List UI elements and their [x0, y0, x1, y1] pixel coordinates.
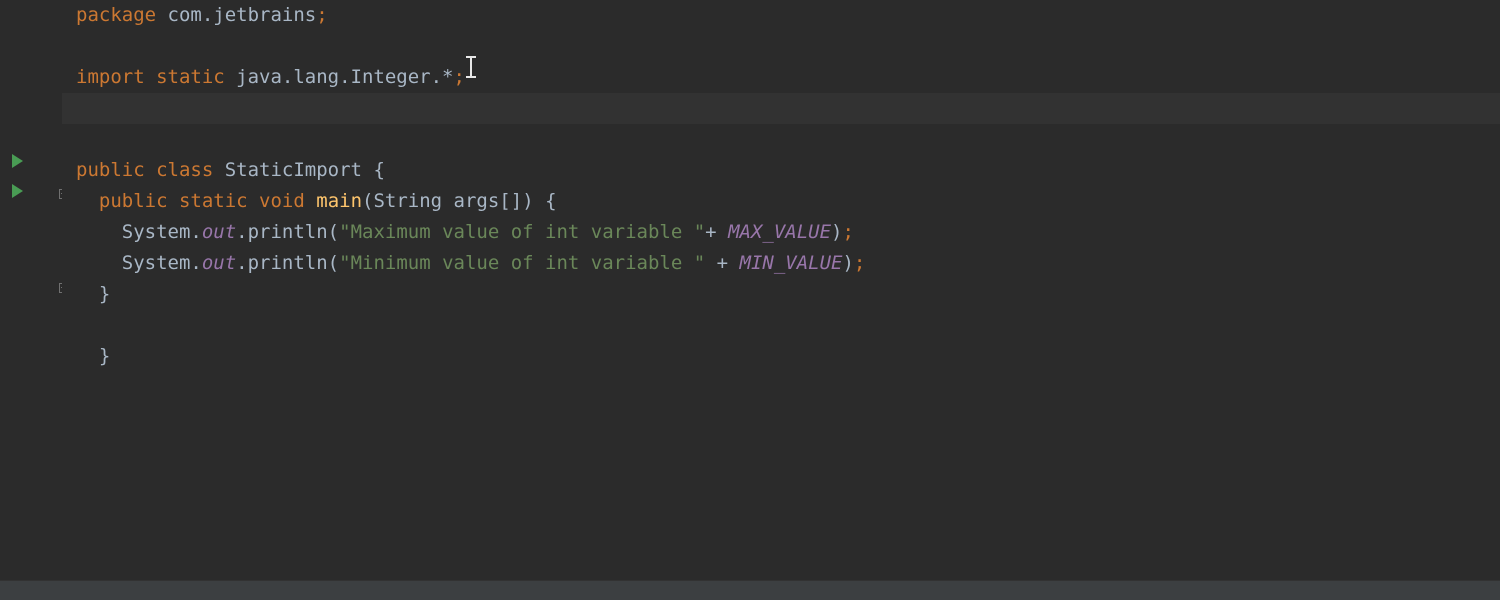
static-field: out: [202, 217, 236, 247]
brace: {: [362, 155, 385, 185]
semicolon: ;: [454, 62, 465, 92]
run-gutter-icon[interactable]: [12, 184, 23, 198]
constant: MAX_VALUE: [728, 217, 831, 247]
indent: [76, 279, 99, 309]
keyword: public static: [99, 186, 259, 216]
keyword: void: [259, 186, 316, 216]
keyword: package: [76, 0, 168, 30]
code-line[interactable]: public class StaticImport {: [76, 155, 1500, 186]
string-literal: "Maximum value of int variable ": [339, 217, 705, 247]
code-line[interactable]: [76, 124, 1500, 155]
semicolon: ;: [842, 217, 853, 247]
text-cursor-icon: [465, 56, 479, 78]
code-line[interactable]: System.out.println("Minimum value of int…: [76, 248, 1500, 279]
indent: [76, 186, 99, 216]
paren: (: [362, 186, 373, 216]
import-path: java.lang.Integer.*: [236, 62, 453, 92]
code-line[interactable]: [76, 310, 1500, 341]
play-icon: [12, 154, 23, 168]
operator: +: [705, 248, 739, 278]
code-line[interactable]: package com.jetbrains;: [76, 0, 1500, 31]
paren: ): [522, 186, 533, 216]
param-name: args[]: [442, 186, 522, 216]
indent: [76, 341, 99, 371]
paren: ): [842, 248, 853, 278]
code-line[interactable]: [76, 31, 1500, 62]
brace: }: [99, 341, 110, 371]
package-name: com.jetbrains: [168, 0, 317, 30]
keyword: import static: [76, 62, 236, 92]
brace: }: [99, 279, 110, 309]
paren: ): [831, 217, 842, 247]
current-line-highlight: [62, 93, 1500, 124]
class-name: StaticImport: [225, 155, 362, 185]
keyword: public class: [76, 155, 225, 185]
run-gutter-icon[interactable]: [12, 154, 23, 168]
editor-gutter: [0, 0, 62, 580]
code-line[interactable]: public static void main(String args[]) {: [76, 186, 1500, 217]
method-call: .println(: [236, 217, 339, 247]
code-line[interactable]: }: [76, 341, 1500, 372]
string-literal: "Minimum value of int variable ": [339, 248, 705, 278]
static-field: out: [202, 248, 236, 278]
constant: MIN_VALUE: [740, 248, 843, 278]
indent: [76, 217, 122, 247]
play-icon: [12, 184, 23, 198]
code-area[interactable]: package com.jetbrains; import static jav…: [62, 0, 1500, 580]
operator: +: [705, 217, 728, 247]
indent: [76, 248, 122, 278]
code-line[interactable]: }: [76, 279, 1500, 310]
status-bar: [0, 580, 1500, 600]
method-name: main: [316, 186, 362, 216]
class-ref: System.: [122, 217, 202, 247]
class-ref: System.: [122, 248, 202, 278]
code-line[interactable]: import static java.lang.Integer.*;: [76, 62, 1500, 93]
code-line[interactable]: System.out.println("Maximum value of int…: [76, 217, 1500, 248]
semicolon: ;: [316, 0, 327, 30]
param-type: String: [373, 186, 442, 216]
method-call: .println(: [236, 248, 339, 278]
semicolon: ;: [854, 248, 865, 278]
code-editor[interactable]: package com.jetbrains; import static jav…: [0, 0, 1500, 580]
brace: {: [534, 186, 557, 216]
